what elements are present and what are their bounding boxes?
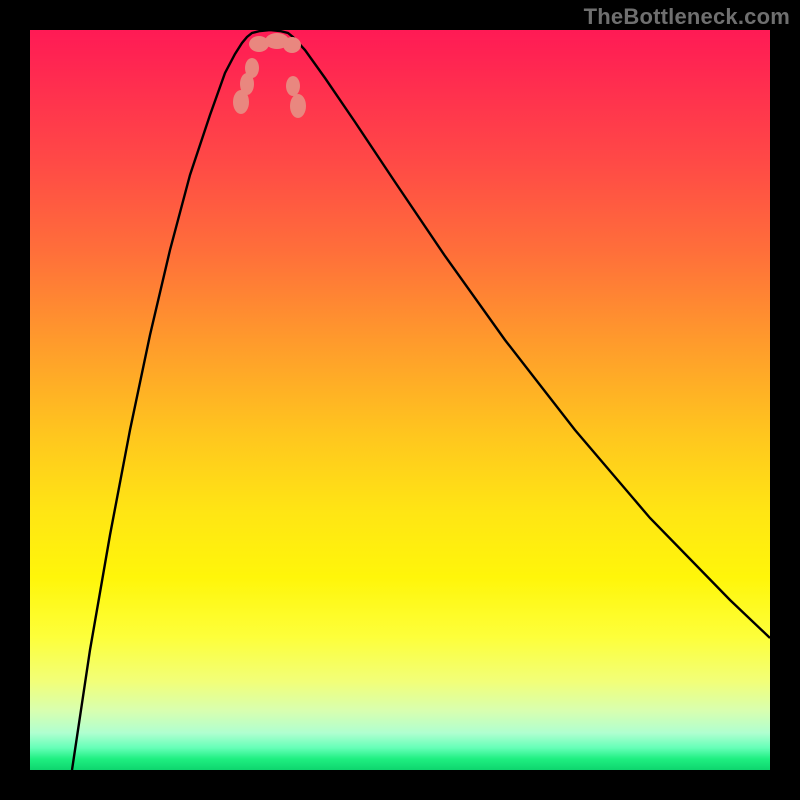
plot-area [30,30,770,770]
marker-bottom-right [283,37,301,53]
bottleneck-curve [72,30,770,770]
marker-left-low [245,58,259,78]
marker-right-mid [286,76,300,96]
curve-svg [30,30,770,770]
chart-frame: TheBottleneck.com [0,0,800,800]
attribution-text: TheBottleneck.com [584,4,790,30]
marker-right-top [290,94,306,118]
